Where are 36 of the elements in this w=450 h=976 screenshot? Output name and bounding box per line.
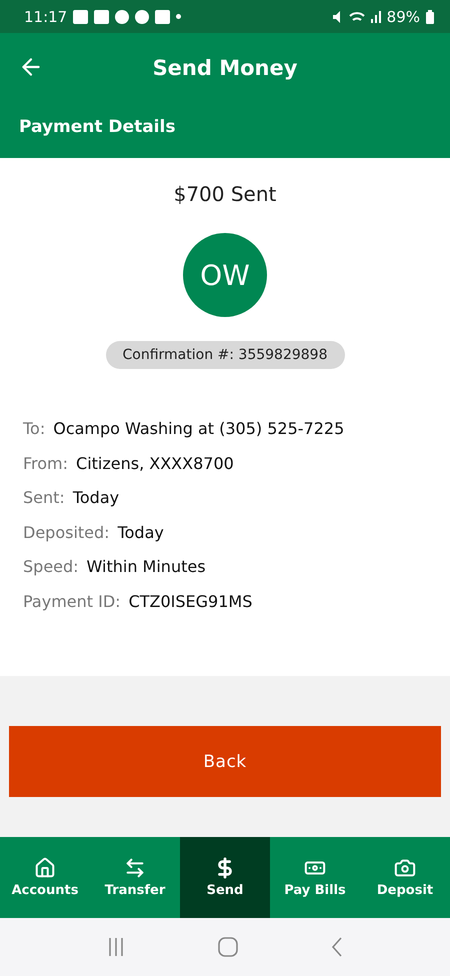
detail-value: CTZ0ISEG91MS: [128, 592, 252, 610]
detail-value: Ocampo Washing at (305) 525-7225: [53, 419, 344, 438]
arrows-icon: [124, 857, 146, 879]
screen-title: Send Money: [152, 56, 298, 80]
mute-icon: [332, 10, 343, 22]
status-time: 11:17: [24, 8, 68, 26]
camera-icon: [394, 857, 416, 879]
detail-value: Citizens, XXXX8700: [76, 454, 234, 472]
detail-value: Today: [72, 488, 120, 507]
back-button[interactable]: Back: [9, 726, 441, 797]
battery-percent: 89%: [386, 8, 420, 26]
detail-label: Payment ID:: [23, 592, 121, 610]
nav-tab[interactable]: Send: [180, 837, 270, 918]
home-icon[interactable]: [218, 937, 238, 957]
detail-value: Within Minutes: [86, 557, 206, 576]
recent-apps-icon[interactable]: [106, 937, 125, 957]
confirmation-number: Confirmation #: 3559829898: [106, 341, 344, 369]
detail-label: Speed:: [23, 557, 79, 576]
battery-icon: [426, 10, 434, 24]
recipient-avatar: OW: [183, 233, 267, 317]
home-icon: [34, 857, 56, 879]
detail-label: From:: [23, 454, 68, 472]
nav-tab[interactable]: Deposit: [360, 837, 450, 918]
amount-sent: $700 Sent: [174, 182, 276, 206]
detail-label: To:: [23, 419, 46, 438]
section-title: Payment Details: [18, 116, 176, 137]
detail-label: Deposited:: [23, 522, 110, 542]
nav-tab[interactable]: Accounts: [0, 837, 90, 918]
detail-label: Sent:: [23, 488, 65, 507]
signal-icon: [370, 10, 381, 22]
nav-tab[interactable]: Transfer: [90, 837, 180, 918]
nav-tab[interactable]: Pay Bills: [270, 837, 360, 918]
back-icon[interactable]: [331, 937, 344, 957]
detail-value: Today: [118, 522, 164, 542]
wifi-icon: [348, 12, 365, 21]
dot-icon: [176, 14, 182, 19]
